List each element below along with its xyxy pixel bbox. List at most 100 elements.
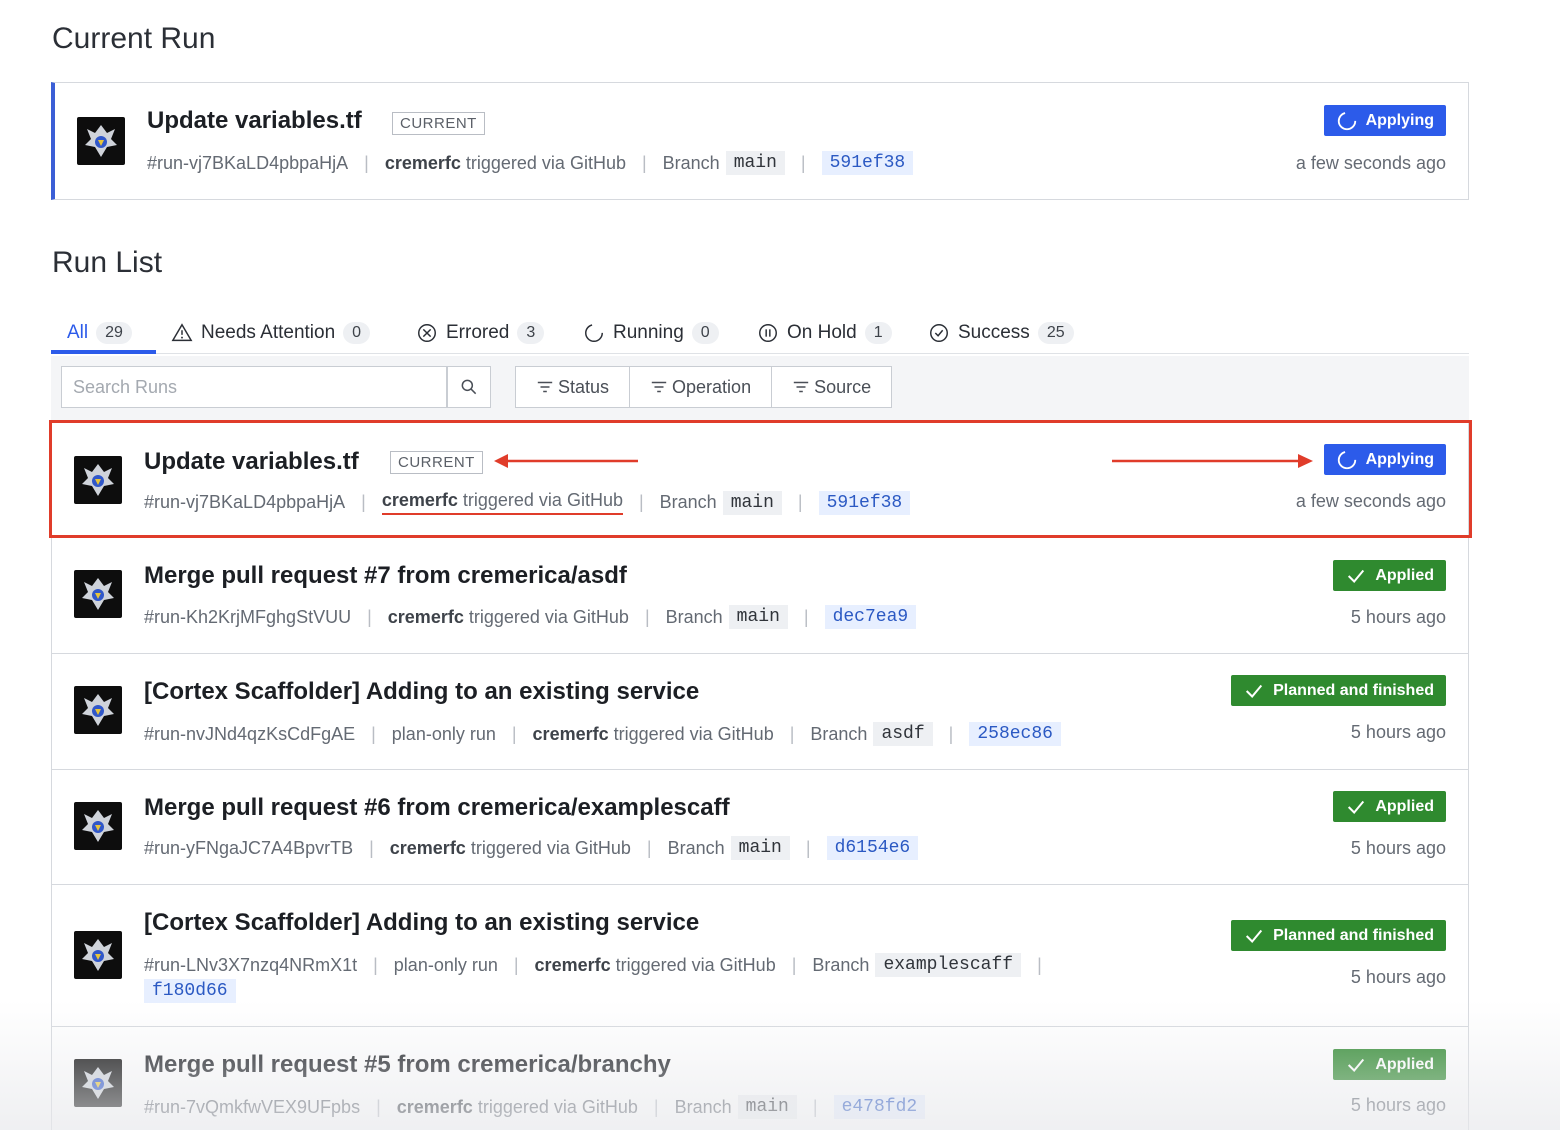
- commit-sha-link[interactable]: 591ef38: [818, 490, 911, 515]
- run-meta: #run-vj7BKaLD4pbpaHjA | cremerfc trigger…: [144, 490, 911, 515]
- current-run-heading: Current Run: [52, 22, 216, 55]
- run-id: #run-yFNgaJC7A4BpvrTB: [144, 837, 354, 858]
- active-tab-indicator: [51, 350, 156, 354]
- filter-source-button[interactable]: Source: [772, 367, 891, 407]
- status-label: Planned and finished: [1273, 926, 1434, 944]
- filter-label: Status: [558, 376, 610, 397]
- status-badge: Applied: [1333, 791, 1446, 822]
- annotation-arrow-right-icon: [1112, 454, 1313, 468]
- run-time: 5 hours ago: [1350, 1095, 1446, 1115]
- commit-sha-link[interactable]: d6154e6: [826, 836, 919, 860]
- commit-sha-link[interactable]: f180d66: [144, 979, 236, 1003]
- tab-all[interactable]: All 29: [67, 312, 132, 354]
- run-list-toolbar: Search Runs Status Operation Source: [51, 356, 1469, 420]
- run-title[interactable]: Merge pull request #5 from cremerica/bra…: [144, 1051, 671, 1079]
- branch-name: main: [722, 490, 782, 515]
- avatar: [77, 117, 125, 165]
- run-row[interactable]: Update variables.tf CURRENT #run-vj7BKaL…: [51, 420, 1469, 538]
- run-trigger: triggered via GitHub: [470, 837, 631, 858]
- run-title[interactable]: Merge pull request #7 from cremerica/asd…: [144, 562, 627, 590]
- tab-needs-attention[interactable]: Needs Attention 0: [171, 312, 371, 354]
- commit-sha-link[interactable]: 591ef38: [821, 151, 914, 175]
- run-time: a few seconds ago: [1295, 153, 1446, 173]
- tab-errored[interactable]: Errored 3: [416, 312, 545, 354]
- annotation-arrow-left-icon: [494, 454, 638, 468]
- run-trigger: triggered via GitHub: [615, 954, 776, 975]
- filter-icon: [793, 381, 809, 393]
- run-trigger: triggered via GitHub: [465, 152, 626, 173]
- run-id: #run-7vQmkfwVEX9UFpbs: [144, 1096, 361, 1117]
- tab-label: Needs Attention: [201, 322, 336, 343]
- run-title[interactable]: [Cortex Scaffolder] Adding to an existin…: [144, 909, 699, 937]
- run-title[interactable]: Update variables.tf: [144, 448, 359, 476]
- status-label: Applied: [1375, 1055, 1434, 1073]
- run-user: cremerfc: [387, 606, 464, 627]
- avatar-emblem-icon: [85, 125, 117, 157]
- error-circle-icon: [418, 324, 436, 342]
- run-id: #run-vj7BKaLD4pbpaHjA: [147, 152, 349, 173]
- run-meta: #run-yFNgaJC7A4BpvrTB | cremerfc trigger…: [144, 836, 919, 860]
- tab-count: 29: [96, 322, 132, 344]
- run-time: 5 hours ago: [1350, 607, 1446, 627]
- tab-label: Success: [958, 322, 1030, 343]
- filter-status-button[interactable]: Status: [516, 367, 631, 407]
- run-row[interactable]: [Cortex Scaffolder] Adding to an existin…: [51, 654, 1469, 770]
- search-button[interactable]: [447, 366, 491, 408]
- run-list-heading: Run List: [52, 246, 163, 279]
- run-meta: #run-vj7BKaLD4pbpaHjA | cremerfc trigger…: [147, 151, 914, 175]
- current-run-card[interactable]: Update variables.tf CURRENT #run-vj7BKaL…: [51, 82, 1469, 200]
- pause-circle-icon: [759, 324, 777, 342]
- tab-running[interactable]: Running 0: [583, 312, 719, 354]
- run-meta: #run-LNv3X7nzq4NRmX1t | plan-only run | …: [144, 953, 1042, 977]
- current-tag: CURRENT: [390, 451, 483, 474]
- branch-name: main: [725, 151, 785, 175]
- commit-sha-link[interactable]: 258ec86: [969, 722, 1061, 746]
- avatar: [74, 456, 122, 504]
- run-row[interactable]: [Cortex Scaffolder] Adding to an existin…: [51, 885, 1469, 1027]
- run-meta: #run-7vQmkfwVEX9UFpbs | cremerfc trigger…: [144, 1095, 926, 1119]
- status-badge: Planned and finished: [1231, 920, 1446, 951]
- run-title[interactable]: Merge pull request #6 from cremerica/exa…: [144, 794, 730, 822]
- run-user: cremerfc: [384, 152, 461, 173]
- run-row[interactable]: Merge pull request #5 from cremerica/bra…: [51, 1027, 1469, 1130]
- status-badge: Applying: [1323, 105, 1446, 136]
- run-user: cremerfc: [389, 837, 466, 858]
- avatar: [74, 570, 122, 618]
- run-user: cremerfc: [381, 490, 458, 510]
- tab-count: 25: [1037, 322, 1074, 344]
- branch-name: asdf: [873, 722, 933, 746]
- branch-label: Branch: [659, 492, 717, 512]
- tab-on-hold[interactable]: On Hold 1: [757, 312, 892, 354]
- commit-sha-link[interactable]: dec7ea9: [824, 605, 917, 629]
- search-input[interactable]: Search Runs: [61, 366, 447, 408]
- tab-success[interactable]: Success 25: [928, 312, 1074, 354]
- status-label: Applying: [1365, 111, 1434, 129]
- status-label: Applied: [1375, 797, 1434, 815]
- run-time: 5 hours ago: [1350, 838, 1446, 858]
- run-user: cremerfc: [534, 954, 611, 975]
- run-title[interactable]: Update variables.tf: [147, 107, 362, 135]
- run-user: cremerfc: [532, 723, 609, 744]
- filter-operation-button[interactable]: Operation: [630, 367, 773, 407]
- status-label: Applying: [1365, 450, 1434, 468]
- filter-icon: [537, 381, 553, 393]
- avatar: [74, 802, 122, 850]
- check-icon: [1246, 684, 1263, 698]
- branch-label: Branch: [810, 723, 868, 744]
- run-row[interactable]: Merge pull request #7 from cremerica/asd…: [51, 538, 1469, 654]
- branch-label: Branch: [667, 837, 725, 858]
- filter-group: Status Operation Source: [515, 366, 893, 408]
- filter-label: Operation: [672, 376, 752, 397]
- run-trigger: triggered via GitHub: [468, 606, 629, 627]
- avatar-emblem-icon: [82, 1067, 114, 1099]
- run-title[interactable]: [Cortex Scaffolder] Adding to an existin…: [144, 678, 699, 706]
- current-tag: CURRENT: [392, 112, 485, 135]
- status-label: Planned and finished: [1273, 681, 1434, 699]
- check-icon: [1348, 800, 1365, 814]
- check-icon: [1348, 1058, 1365, 1072]
- run-row[interactable]: Merge pull request #6 from cremerica/exa…: [51, 770, 1469, 885]
- tab-count: 1: [864, 322, 892, 344]
- avatar-emblem-icon: [82, 694, 114, 726]
- filter-icon: [651, 381, 667, 393]
- commit-sha-link[interactable]: e478fd2: [833, 1095, 926, 1119]
